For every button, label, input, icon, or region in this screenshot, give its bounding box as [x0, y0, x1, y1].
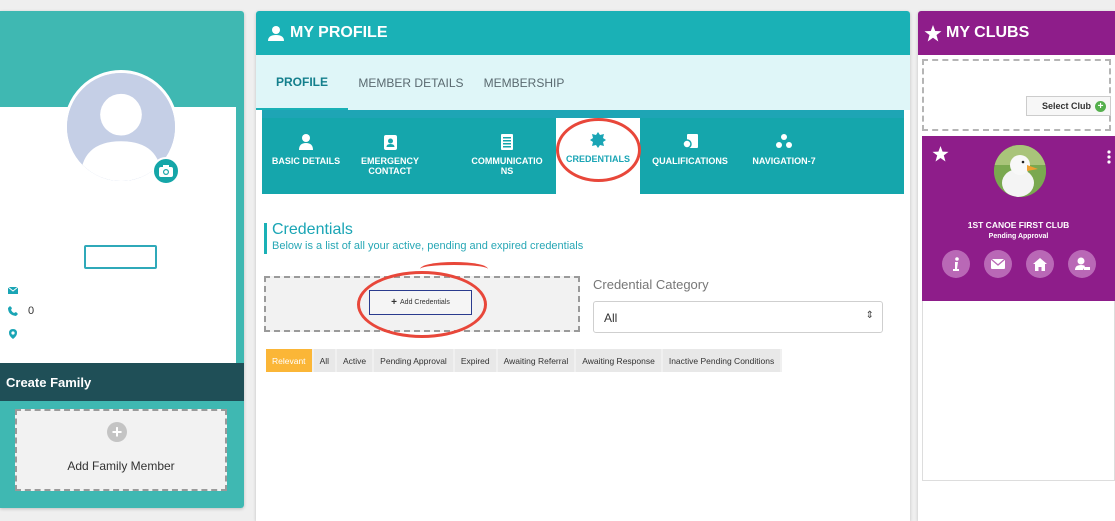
tab-label: COMMUNICATIO	[471, 156, 543, 166]
filter-awaiting-response[interactable]: Awaiting Response	[576, 349, 661, 372]
more-options-icon[interactable]	[1107, 150, 1111, 164]
filter-awaiting-referral[interactable]: Awaiting Referral	[497, 349, 575, 372]
filter-relevant[interactable]: Relevant	[266, 349, 312, 372]
club-card[interactable]: 1ST CANOE FIRST CLUB Pending Approval	[922, 136, 1115, 301]
club-card-body	[922, 301, 1115, 481]
selected-category: All	[604, 311, 618, 325]
tab-label: NAVIGATION-7	[752, 156, 816, 166]
tab-label-2: CONTACT	[368, 166, 412, 176]
club-home-button[interactable]	[1026, 250, 1054, 278]
filter-pending-approval[interactable]: Pending Approval	[374, 349, 453, 372]
profile-summary-panel: 0 Create Family + Add Family Member	[0, 11, 244, 508]
filter-expired[interactable]: Expired	[454, 349, 496, 372]
phone-value: 0	[28, 305, 35, 317]
credential-filters: Relevant All Active Pending Approval Exp…	[266, 349, 783, 372]
tab-member-details[interactable]: MEMBER DETAILS	[348, 55, 474, 110]
my-clubs-panel: MY CLUBS Select Club + 1ST CANOE FIRST C…	[918, 11, 1115, 521]
credentials-title: Credentials	[272, 221, 353, 238]
my-profile-panel: MY PROFILE PROFILE MEMBER DETAILS MEMBER…	[256, 11, 910, 521]
credentials-subtitle: Below is a list of all your active, pend…	[272, 240, 584, 252]
select-club-button[interactable]: Select Club +	[1026, 96, 1111, 116]
create-family-heading: Create Family	[0, 363, 244, 401]
duck-image-icon	[994, 145, 1046, 197]
contact-card-icon	[383, 135, 397, 150]
filter-inactive-pending-conditions[interactable]: Inactive Pending Conditions	[662, 349, 781, 372]
select-arrows-icon: ⇕	[865, 310, 874, 321]
club-mail-button[interactable]	[984, 250, 1012, 278]
add-icon: +	[107, 422, 127, 442]
tab-label: EMERGENCY	[360, 156, 419, 166]
info-icon	[953, 257, 959, 271]
tab-profile[interactable]: PROFILE	[256, 55, 348, 110]
tab-label: BASIC DETAILS	[271, 156, 341, 166]
my-clubs-header: MY CLUBS	[918, 11, 1115, 55]
credential-category-select[interactable]: All ⇕	[593, 301, 883, 333]
select-club-label: Select Club	[1041, 101, 1091, 111]
email-row	[8, 283, 18, 297]
panel-edge-stripe	[236, 107, 244, 367]
group-icon	[776, 134, 792, 148]
user-edit-icon	[1074, 257, 1090, 270]
home-icon	[1033, 257, 1047, 271]
add-icon: +	[1095, 100, 1106, 112]
profile-tabs: PROFILE MEMBER DETAILS MEMBERSHIP	[256, 55, 910, 110]
email-icon	[8, 286, 18, 294]
tab-membership[interactable]: MEMBERSHIP	[474, 55, 574, 110]
tab-label-2: NS	[500, 166, 514, 176]
user-icon	[268, 25, 284, 41]
tab-qualifications[interactable]: QUALIFICATIONS	[644, 130, 736, 194]
section-tabs-top-band	[262, 110, 904, 118]
favorite-star-icon[interactable]	[932, 146, 949, 162]
add-family-member-label: Add Family Member	[67, 459, 175, 473]
certificate-icon	[682, 134, 698, 149]
club-member-button[interactable]	[1068, 250, 1096, 278]
select-club-area	[922, 59, 1111, 131]
profile-name-box[interactable]	[84, 245, 157, 269]
club-status: Pending Approval	[988, 233, 1049, 240]
club-logo	[994, 145, 1046, 197]
clubs-title: MY CLUBS	[946, 24, 1030, 41]
annotation-stroke	[420, 262, 488, 276]
tab-navigation-7[interactable]: NAVIGATION-7	[742, 130, 826, 194]
change-photo-button[interactable]	[152, 157, 180, 185]
address-row	[8, 327, 18, 341]
mail-icon	[991, 259, 1005, 269]
filter-active[interactable]: Active	[337, 349, 373, 372]
tab-communications[interactable]: COMMUNICATIO NS	[459, 130, 555, 194]
phone-icon	[8, 306, 18, 316]
club-info-button[interactable]	[942, 250, 970, 278]
my-profile-header: MY PROFILE	[256, 11, 910, 55]
annotation-circle	[357, 271, 487, 338]
camera-icon	[159, 165, 173, 177]
tab-label: QUALIFICATIONS	[652, 156, 728, 166]
document-list-icon	[501, 134, 513, 150]
annotation-circle	[556, 118, 641, 182]
star-icon	[924, 24, 942, 41]
tab-basic-details[interactable]: BASIC DETAILS	[264, 130, 348, 194]
club-name: 1ST CANOE FIRST CLUB	[967, 220, 1070, 230]
filter-all[interactable]: All	[313, 349, 336, 372]
credential-category-label: Credential Category	[593, 277, 709, 292]
person-icon	[299, 134, 313, 150]
phone-row: 0	[8, 304, 34, 318]
page-title: MY PROFILE	[290, 24, 388, 41]
tab-emergency-contact[interactable]: EMERGENCY CONTACT	[354, 130, 426, 194]
location-pin-icon	[9, 329, 17, 339]
